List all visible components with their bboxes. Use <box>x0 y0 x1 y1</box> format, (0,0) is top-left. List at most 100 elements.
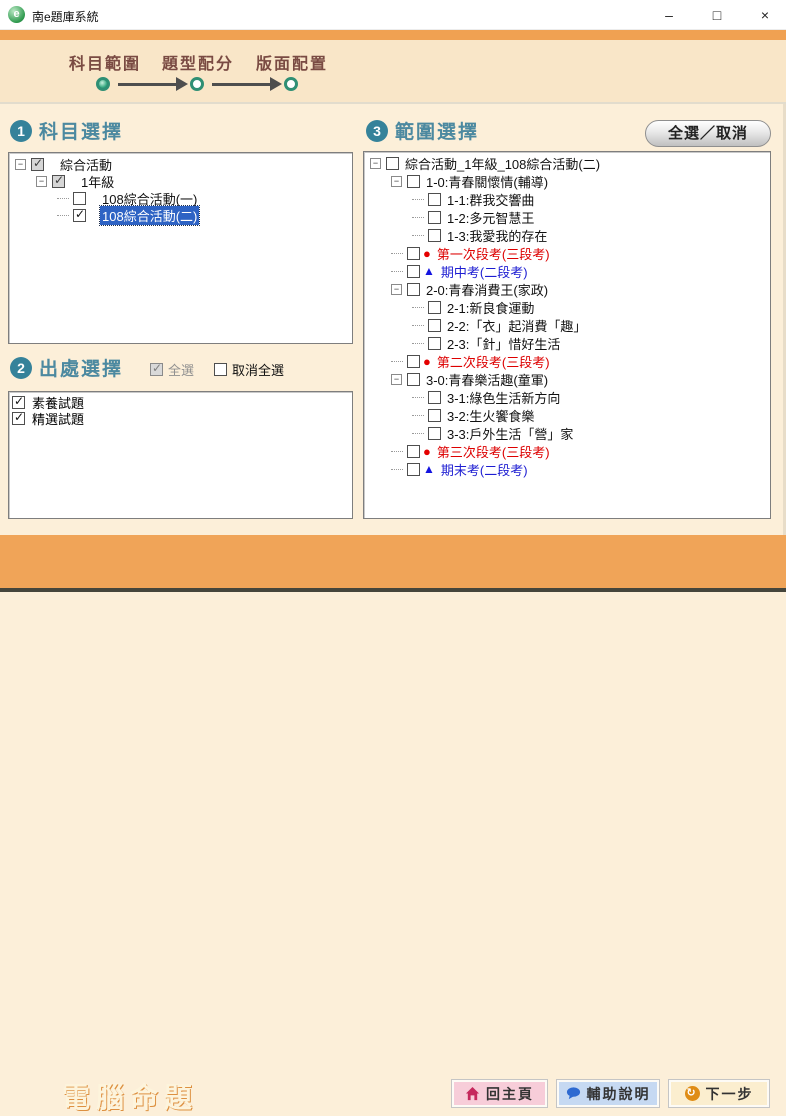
minimize-button[interactable]: – <box>652 2 686 28</box>
checkbox[interactable] <box>407 283 420 296</box>
checkbox[interactable] <box>428 319 441 332</box>
tree-row[interactable]: 綜合活動 <box>9 156 352 173</box>
checkbox[interactable] <box>428 427 441 440</box>
checkbox[interactable] <box>428 211 441 224</box>
tree-row[interactable]: 1-0:青春關懷情(輔導) <box>364 172 770 190</box>
tree-row[interactable]: 2-0:青春消費王(家政) <box>364 280 770 298</box>
tree-node-label[interactable]: 3-1:綠色生活新方向 <box>445 388 562 407</box>
checkbox[interactable] <box>428 229 441 242</box>
tree-connector <box>391 253 403 254</box>
source-list[interactable]: 素養試題 精選試題 <box>8 391 353 519</box>
tree-node-label[interactable]: 第二次段考(三段考) <box>435 352 552 371</box>
tree-node-label[interactable]: 1-1:群我交響曲 <box>445 190 536 209</box>
tree-connector <box>412 199 424 200</box>
tree-node-label[interactable]: 第一次段考(三段考) <box>435 244 552 263</box>
tree-node-label[interactable]: 期末考(二段考) <box>439 460 530 479</box>
collapse-icon[interactable] <box>36 176 47 187</box>
select-all-label: 全選 <box>168 360 194 379</box>
checkbox[interactable] <box>407 463 420 476</box>
checkbox[interactable] <box>428 193 441 206</box>
tree-node-label[interactable]: 2-2:「衣」起消費「趣」 <box>445 316 588 335</box>
tree-row-exam[interactable]: 第三次段考(三段考) <box>364 442 770 460</box>
tree-node-label[interactable]: 第三次段考(三段考) <box>435 442 552 461</box>
checkbox[interactable] <box>407 373 420 386</box>
collapse-icon[interactable] <box>370 158 381 169</box>
checkbox[interactable] <box>428 337 441 350</box>
deselect-all-option[interactable]: 取消全選 <box>214 360 284 379</box>
tree-row[interactable]: 1年級 <box>9 173 352 190</box>
tree-row-exam[interactable]: 期末考(二段考) <box>364 460 770 478</box>
list-item-label[interactable]: 精選試題 <box>30 409 86 428</box>
maximize-button[interactable]: □ <box>700 2 734 28</box>
tree-row-exam[interactable]: 第一次段考(三段考) <box>364 244 770 262</box>
tree-node-label[interactable]: 1-2:多元智慧王 <box>445 208 536 227</box>
step-arrow-icon <box>270 77 282 91</box>
tree-row-exam[interactable]: 期中考(二段考) <box>364 262 770 280</box>
tree-row[interactable]: 3-3:戶外生活「營」家 <box>364 424 770 442</box>
tree-node-label-selected[interactable]: 108綜合活動(二) <box>100 206 199 225</box>
checkbox[interactable] <box>428 409 441 422</box>
tree-node-label[interactable]: 1-3:我愛我的存在 <box>445 226 549 245</box>
step-label-layout: 版面配置 <box>242 50 342 74</box>
checkbox[interactable] <box>52 175 65 188</box>
select-toggle-button[interactable]: 全選／取消 <box>645 120 771 147</box>
tree-node-label[interactable]: 2-0:青春消費王(家政) <box>424 280 550 299</box>
checkbox[interactable] <box>407 445 420 458</box>
title-bar: e 南e題庫系統 – □ × <box>0 0 786 30</box>
range-tree[interactable]: 綜合活動_1年級_108綜合活動(二) 1-0:青春關懷情(輔導) 1-1:群我… <box>363 151 771 519</box>
background-window-strip <box>0 588 786 592</box>
home-button[interactable]: 回主頁 <box>452 1080 547 1107</box>
checkbox[interactable] <box>407 355 420 368</box>
tree-node-label[interactable]: 3-3:戶外生活「營」家 <box>445 424 575 443</box>
checkbox[interactable] <box>407 247 420 260</box>
select-all-checkbox[interactable] <box>150 363 163 376</box>
checkbox[interactable] <box>407 265 420 278</box>
checkbox[interactable] <box>407 175 420 188</box>
tree-connector <box>391 451 403 452</box>
help-button[interactable]: 輔助說明 <box>557 1080 659 1107</box>
select-all-option[interactable]: 全選 <box>150 360 194 379</box>
checkbox[interactable] <box>73 209 86 222</box>
source-section-title: 出處選擇 <box>39 354 123 381</box>
tree-row[interactable]: 綜合活動_1年級_108綜合活動(二) <box>364 154 770 172</box>
tree-connector <box>412 397 424 398</box>
tree-row[interactable]: 2-2:「衣」起消費「趣」 <box>364 316 770 334</box>
tree-row[interactable]: 3-2:生火饗食樂 <box>364 406 770 424</box>
tree-node-label[interactable]: 2-3:「針」惜好生活 <box>445 334 562 353</box>
checkbox[interactable] <box>12 396 25 409</box>
collapse-icon[interactable] <box>391 374 402 385</box>
checkbox[interactable] <box>12 412 25 425</box>
collapse-icon[interactable] <box>391 176 402 187</box>
tree-node-label[interactable]: 3-0:青春樂活趣(童軍) <box>424 370 550 389</box>
close-button[interactable]: × <box>748 2 782 28</box>
tree-row[interactable]: 108綜合活動(二) <box>9 207 352 224</box>
list-item[interactable]: 精選試題 <box>9 410 352 426</box>
tree-row[interactable]: 1-3:我愛我的存在 <box>364 226 770 244</box>
tree-row[interactable]: 108綜合活動(一) <box>9 190 352 207</box>
step-circle-icon <box>284 77 298 91</box>
tree-row[interactable]: 3-0:青春樂活趣(童軍) <box>364 370 770 388</box>
tree-node-label[interactable]: 期中考(二段考) <box>439 262 530 281</box>
checkbox[interactable] <box>31 158 44 171</box>
step-arrow-icon <box>176 77 188 91</box>
tree-node-label[interactable]: 綜合活動_1年級_108綜合活動(二) <box>403 154 602 173</box>
tree-node-label[interactable]: 2-1:新良食運動 <box>445 298 536 317</box>
tree-row[interactable]: 2-1:新良食運動 <box>364 298 770 316</box>
tree-row[interactable]: 3-1:綠色生活新方向 <box>364 388 770 406</box>
tree-row[interactable]: 2-3:「針」惜好生活 <box>364 334 770 352</box>
tree-row[interactable]: 1-1:群我交響曲 <box>364 190 770 208</box>
checkbox[interactable] <box>73 192 86 205</box>
collapse-icon[interactable] <box>391 284 402 295</box>
tree-row-exam[interactable]: 第二次段考(三段考) <box>364 352 770 370</box>
tree-row[interactable]: 1-2:多元智慧王 <box>364 208 770 226</box>
tree-node-label[interactable]: 1-0:青春關懷情(輔導) <box>424 172 550 191</box>
checkbox[interactable] <box>428 301 441 314</box>
deselect-all-checkbox[interactable] <box>214 363 227 376</box>
tree-node-label[interactable]: 3-2:生火饗食樂 <box>445 406 536 425</box>
collapse-icon[interactable] <box>15 159 26 170</box>
subject-tree[interactable]: 綜合活動 1年級 108綜合活動(一) 108綜合活動(二) <box>8 152 353 344</box>
blue-triangle-icon <box>423 463 435 476</box>
checkbox[interactable] <box>386 157 399 170</box>
checkbox[interactable] <box>428 391 441 404</box>
next-step-button[interactable]: ↻ 下一步 <box>669 1080 769 1107</box>
